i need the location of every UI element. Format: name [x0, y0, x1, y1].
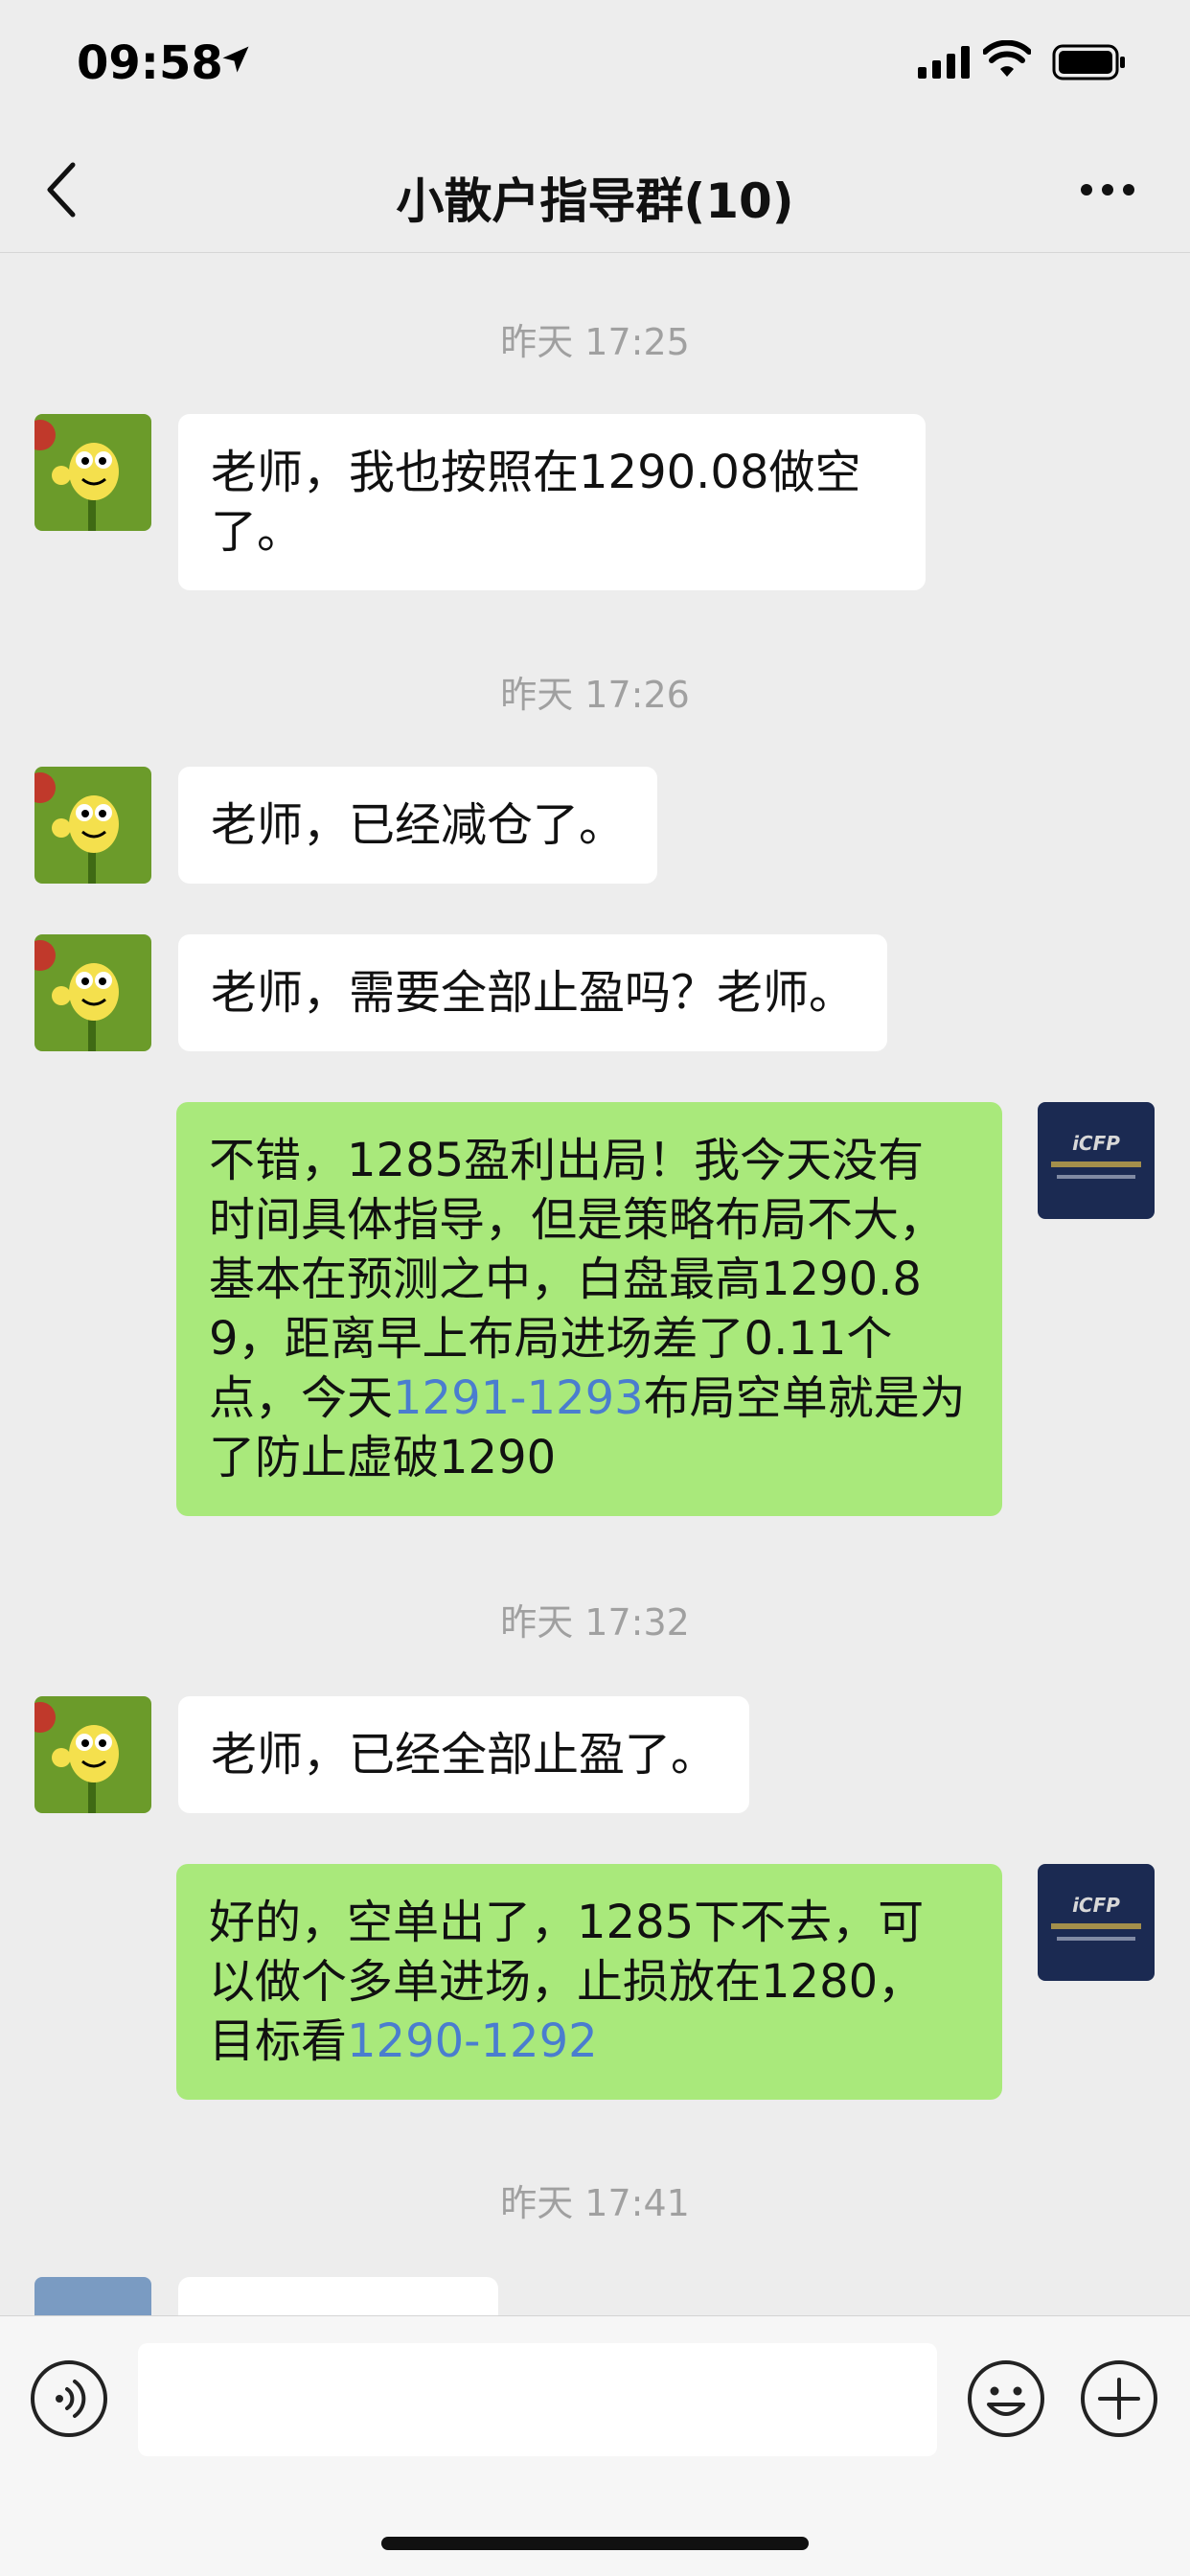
status-time: 09:58 — [77, 36, 223, 90]
plus-icon[interactable] — [1079, 2358, 1159, 2439]
wifi-icon — [983, 40, 1031, 77]
avatar[interactable] — [34, 1696, 151, 1813]
svg-text:iCFP: iCFP — [1072, 1132, 1120, 1155]
timestamp: 昨天 17:26 — [500, 674, 690, 716]
home-indicator — [381, 2537, 809, 2550]
message-link[interactable]: 1290-1292 — [347, 2014, 598, 2068]
incoming-message[interactable]: 老师，已经全部止盈了。 — [178, 1696, 750, 1813]
timestamp: 昨天 17:41 — [500, 2182, 690, 2224]
avatar[interactable]: iCFP — [1038, 1864, 1155, 1981]
cfp-logo-icon: iCFP — [1038, 1102, 1155, 1219]
chat-title: 小散户指导群(10) — [396, 173, 794, 229]
battery-icon — [1052, 44, 1125, 80]
cellular-signal-icon — [918, 46, 970, 79]
message-input[interactable] — [138, 2343, 937, 2456]
voice-icon[interactable] — [29, 2358, 109, 2439]
cartoon-avatar-icon — [34, 767, 151, 884]
cartoon-avatar-icon — [34, 1696, 151, 1813]
timestamp: 昨天 17:32 — [500, 1601, 690, 1644]
outgoing-message[interactable]: 不错，1285盈利出局！我今天没有时间具体指导，但是策略布局不大，基本在预测之中… — [176, 1102, 1002, 1516]
incoming-message[interactable]: 老师，我也按照在1290.08做空了。 — [178, 414, 926, 590]
avatar[interactable] — [34, 934, 151, 1051]
avatar[interactable] — [34, 767, 151, 884]
incoming-message[interactable]: 老师，已经减仓了。 — [178, 767, 658, 884]
cartoon-avatar-icon — [34, 414, 151, 531]
avatar[interactable] — [34, 414, 151, 531]
location-arrow-icon — [222, 46, 249, 73]
cartoon-avatar-icon — [34, 934, 151, 1051]
outgoing-message[interactable]: 好的，空单出了，1285下不去，可以做个多单进场，止损放在1280，目标看129… — [176, 1864, 1002, 2100]
incoming-message[interactable]: 老师，需要全部止盈吗？老师。 — [178, 934, 888, 1051]
emoji-icon[interactable] — [966, 2358, 1046, 2439]
cfp-logo-icon: iCFP — [1038, 1864, 1155, 1981]
more-dots-icon[interactable] — [1079, 180, 1136, 199]
message-link[interactable]: 1291-1293 — [393, 1371, 644, 1425]
timestamp: 昨天 17:25 — [500, 321, 690, 363]
chat-header: 小散户指导群(10) — [0, 125, 1190, 253]
avatar[interactable]: iCFP — [1038, 1102, 1155, 1219]
input-bar — [0, 2315, 1190, 2576]
svg-text:iCFP: iCFP — [1072, 1894, 1120, 1917]
status-bar: 09:58 — [0, 0, 1190, 125]
